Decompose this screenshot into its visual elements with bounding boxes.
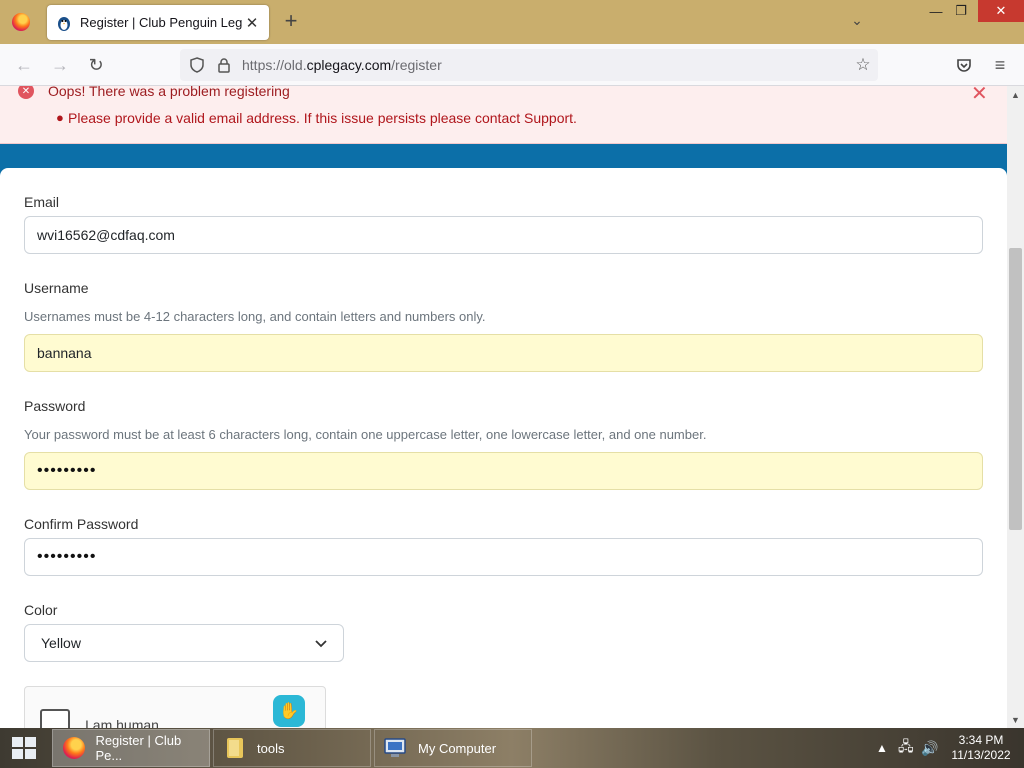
username-label: Username [24,280,89,296]
username-field[interactable]: bannana [24,334,983,372]
color-label: Color [24,602,58,618]
taskbar-item-label: tools [257,740,285,756]
new-tab-icon[interactable]: + [280,10,302,34]
clock-time: 3:34 PM [958,733,1004,747]
hcaptcha-logo-icon: ✋ [273,695,305,727]
chevron-down-icon [315,635,327,651]
confirm-password-field[interactable]: ••••••••• [24,538,983,576]
network-icon[interactable]: 🖧 [898,728,914,768]
password-label: Password [24,398,86,414]
error-alert: ✕ Oops! There was a problem registering … [0,86,1007,144]
captcha-checkbox[interactable] [40,709,70,728]
alert-title: Oops! There was a problem registering [48,86,290,99]
taskbar-item-my-computer[interactable]: My Computer [374,729,532,767]
folder-icon [222,735,248,761]
url-text: https://old.cplegacy.com/register [242,57,442,73]
taskbar: Register | Club Pe... tools My Computer … [0,728,1024,768]
tab-register[interactable]: Register | Club Penguin Legacy ✕ [47,5,269,40]
taskbar-item-label: Register | Club Pe... [95,733,182,763]
captcha-label: I am human [85,717,159,728]
show-hidden-icons[interactable]: ▲ [876,728,888,768]
error-icon: ✕ [18,86,34,99]
confirm-password-value: ••••••••• [37,548,97,565]
page-scrollbar[interactable]: ▲ ▼ [1007,86,1024,728]
confirm-password-label: Confirm Password [24,516,139,532]
taskbar-item-tools[interactable]: tools [213,729,371,767]
firefox-icon [12,13,30,31]
taskbar-item-label: My Computer [418,740,497,756]
email-field[interactable]: wvi16562@cdfaq.com [24,216,983,254]
start-button[interactable] [0,728,48,768]
bookmark-star-icon[interactable]: ☆ [854,55,872,74]
system-clock[interactable]: 3:34 PM 11/13/2022 [946,733,1016,763]
lock-icon[interactable] [215,56,233,74]
tracking-protection-shield-icon[interactable] [188,56,206,74]
reload-icon[interactable]: ↻ [82,52,110,78]
password-hint: Your password must be at least 6 charact… [24,427,707,442]
tab-title: Register | Club Penguin Legacy [80,15,243,30]
username-hint: Usernames must be 4-12 characters long, … [24,309,486,324]
windows-logo-icon [12,737,36,759]
pocket-icon[interactable] [950,52,978,78]
page-content: ✕ Oops! There was a problem registering … [0,86,1007,728]
alert-close-icon[interactable]: ✕ [971,86,988,106]
address-bar[interactable]: https://old.cplegacy.com/register ☆ [180,49,878,81]
password-field[interactable]: ••••••••• [24,452,983,490]
navigation-bar: ← → ↻ https://old.cplegacy.com/register … [0,44,1024,86]
penguin-favicon-icon [55,14,73,32]
color-value: Yellow [41,635,81,651]
taskbar-item-firefox[interactable]: Register | Club Pe... [52,729,210,767]
bullet-icon: ● [56,110,64,125]
color-select[interactable]: Yellow [24,624,344,662]
restore-icon[interactable]: ❐ [946,0,976,22]
close-window-icon[interactable]: ✕ [978,0,1024,22]
alert-message: Please provide a valid email address. If… [68,110,577,126]
volume-icon[interactable]: 🔊 [921,728,938,768]
tab-strip: Register | Club Penguin Legacy ✕ + ⌄ — ❐… [0,0,1024,44]
register-form: Email wvi16562@cdfaq.com Username Userna… [0,168,1007,728]
back-icon[interactable]: ← [10,52,38,78]
scrollbar-thumb[interactable] [1009,248,1022,530]
password-value: ••••••••• [37,462,97,479]
firefox-icon [61,735,86,761]
clock-date: 11/13/2022 [951,748,1011,762]
firefox-menu-button[interactable] [0,0,42,44]
scroll-down-icon[interactable]: ▼ [1007,711,1024,728]
close-tab-icon[interactable]: ✕ [243,14,261,32]
email-label: Email [24,194,60,210]
scroll-up-icon[interactable]: ▲ [1007,86,1024,103]
app-menu-icon[interactable]: ≡ [986,52,1014,78]
computer-icon [383,735,409,761]
captcha-widget: I am human ✋ [24,686,326,728]
email-value: wvi16562@cdfaq.com [37,227,175,243]
username-value: bannana [37,345,92,361]
forward-icon[interactable]: → [46,52,74,78]
list-all-tabs-icon[interactable]: ⌄ [846,12,868,32]
